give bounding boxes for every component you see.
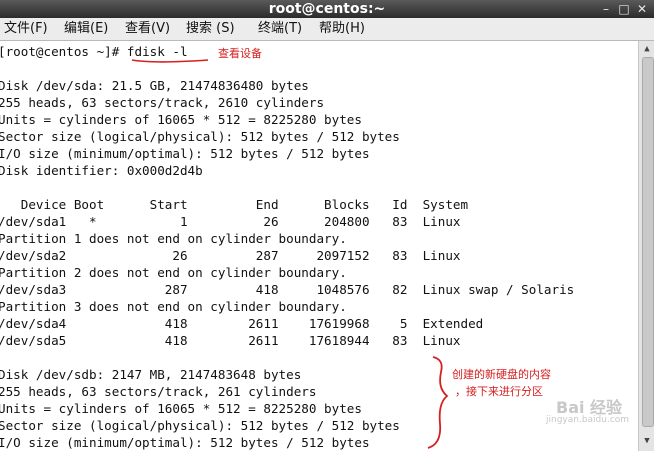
window-title: root@centos:~: [268, 1, 386, 17]
maximize-icon[interactable]: □: [616, 1, 632, 17]
output-line: /dev/sda5 418 2611 17618944 83 Linux: [0, 333, 461, 348]
annotation-new-disk-line2: ，接下来进行分区: [455, 385, 543, 398]
output-line: Units = cylinders of 16065 * 512 = 82252…: [0, 401, 362, 416]
annotation-new-disk-line1: 创建的新硬盘的内容: [452, 368, 551, 381]
output-line: Units = cylinders of 16065 * 512 = 82252…: [0, 112, 362, 127]
menu-edit[interactable]: 编辑(E): [64, 18, 108, 40]
output-line: Sector size (logical/physical): 512 byte…: [0, 418, 400, 433]
menu-help[interactable]: 帮助(H): [319, 18, 365, 40]
close-icon[interactable]: ✕: [634, 1, 650, 17]
output-line: /dev/sda1 * 1 26 204800 83 Linux: [0, 214, 461, 229]
output-line: I/O size (minimum/optimal): 512 bytes / …: [0, 146, 370, 161]
watermark-url: jingyan.baidu.com: [546, 415, 630, 425]
vertical-scrollbar[interactable]: ▲ ▼: [638, 41, 654, 451]
output-line: Disk /dev/sda: 21.5 GB, 21474836480 byte…: [0, 78, 309, 93]
output-line: Partition 1 does not end on cylinder bou…: [0, 231, 347, 246]
title-bar: root@centos:~ – □ ✕: [0, 0, 654, 18]
output-line: Disk /dev/sdb: 2147 MB, 2147483648 bytes: [0, 367, 302, 382]
output-line: Partition 2 does not end on cylinder bou…: [0, 265, 347, 280]
output-line: Disk identifier: 0x000d2d4b: [0, 163, 203, 178]
menu-file[interactable]: 文件(F): [4, 18, 48, 40]
menu-search[interactable]: 搜索 (S): [186, 18, 235, 40]
menu-bar: 文件(F) 编辑(E) 查看(V) 搜索 (S) 终端(T) 帮助(H): [0, 18, 654, 41]
output-line: /dev/sda2 26 287 2097152 83 Linux: [0, 248, 461, 263]
prompt-line: [root@centos ~]# fdisk -l: [0, 43, 188, 60]
scroll-down-icon[interactable]: ▼: [641, 435, 653, 447]
output-line: I/O size (minimum/optimal): 512 bytes / …: [0, 435, 370, 450]
prompt: [root@centos ~]#: [0, 44, 127, 59]
output-line: Sector size (logical/physical): 512 byte…: [0, 129, 400, 144]
output-line: 255 heads, 63 sectors/track, 2610 cylind…: [0, 95, 325, 110]
output-line: Partition 3 does not end on cylinder bou…: [0, 299, 347, 314]
scroll-thumb[interactable]: [642, 57, 654, 427]
output-line: Device Boot Start End Blocks Id System: [0, 197, 469, 212]
annotation-command-note: 查看设备: [218, 47, 262, 60]
output-line: /dev/sda3 287 418 1048576 82 Linux swap …: [0, 282, 575, 297]
command-text: fdisk -l: [126, 44, 188, 59]
output-line: /dev/sda4 418 2611 17619968 5 Extended: [0, 316, 484, 331]
menu-terminal[interactable]: 终端(T): [258, 18, 302, 40]
scroll-up-icon[interactable]: ▲: [641, 43, 653, 55]
menu-view[interactable]: 查看(V): [125, 18, 170, 40]
minimize-icon[interactable]: –: [598, 1, 614, 17]
output-line: 255 heads, 63 sectors/track, 261 cylinde…: [0, 384, 317, 399]
